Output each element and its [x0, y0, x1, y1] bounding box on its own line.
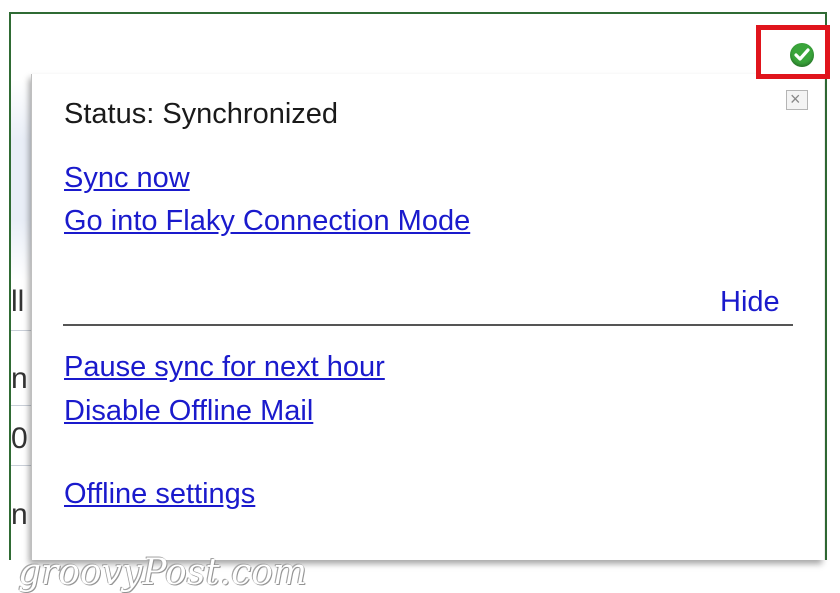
flaky-connection-mode-link[interactable]: Go into Flaky Connection Mode: [64, 205, 470, 238]
divider: [63, 324, 793, 326]
hide-link[interactable]: Hide: [720, 286, 780, 319]
close-button[interactable]: ×: [786, 89, 808, 110]
offline-settings-link[interactable]: Offline settings: [64, 478, 255, 511]
disable-offline-mail-link[interactable]: Disable Offline Mail: [64, 395, 313, 428]
sync-status-indicator[interactable]: [756, 25, 830, 79]
background-highlight: [11, 80, 31, 280]
background-text: ll: [11, 285, 25, 318]
background-text: n: [11, 362, 28, 395]
check-circle-icon: [790, 43, 814, 67]
pause-sync-link[interactable]: Pause sync for next hour: [64, 351, 385, 384]
background-column: ll n 0 n: [11, 80, 31, 560]
background-separator: [11, 330, 31, 331]
background-separator: [11, 465, 31, 466]
sync-status-text: Status: Synchronized: [64, 98, 339, 130]
close-icon: ×: [790, 89, 801, 109]
background-text: 0: [11, 422, 28, 455]
background-text: n: [11, 498, 28, 531]
sync-now-link[interactable]: Sync now: [64, 162, 190, 195]
background-separator: [11, 405, 31, 406]
